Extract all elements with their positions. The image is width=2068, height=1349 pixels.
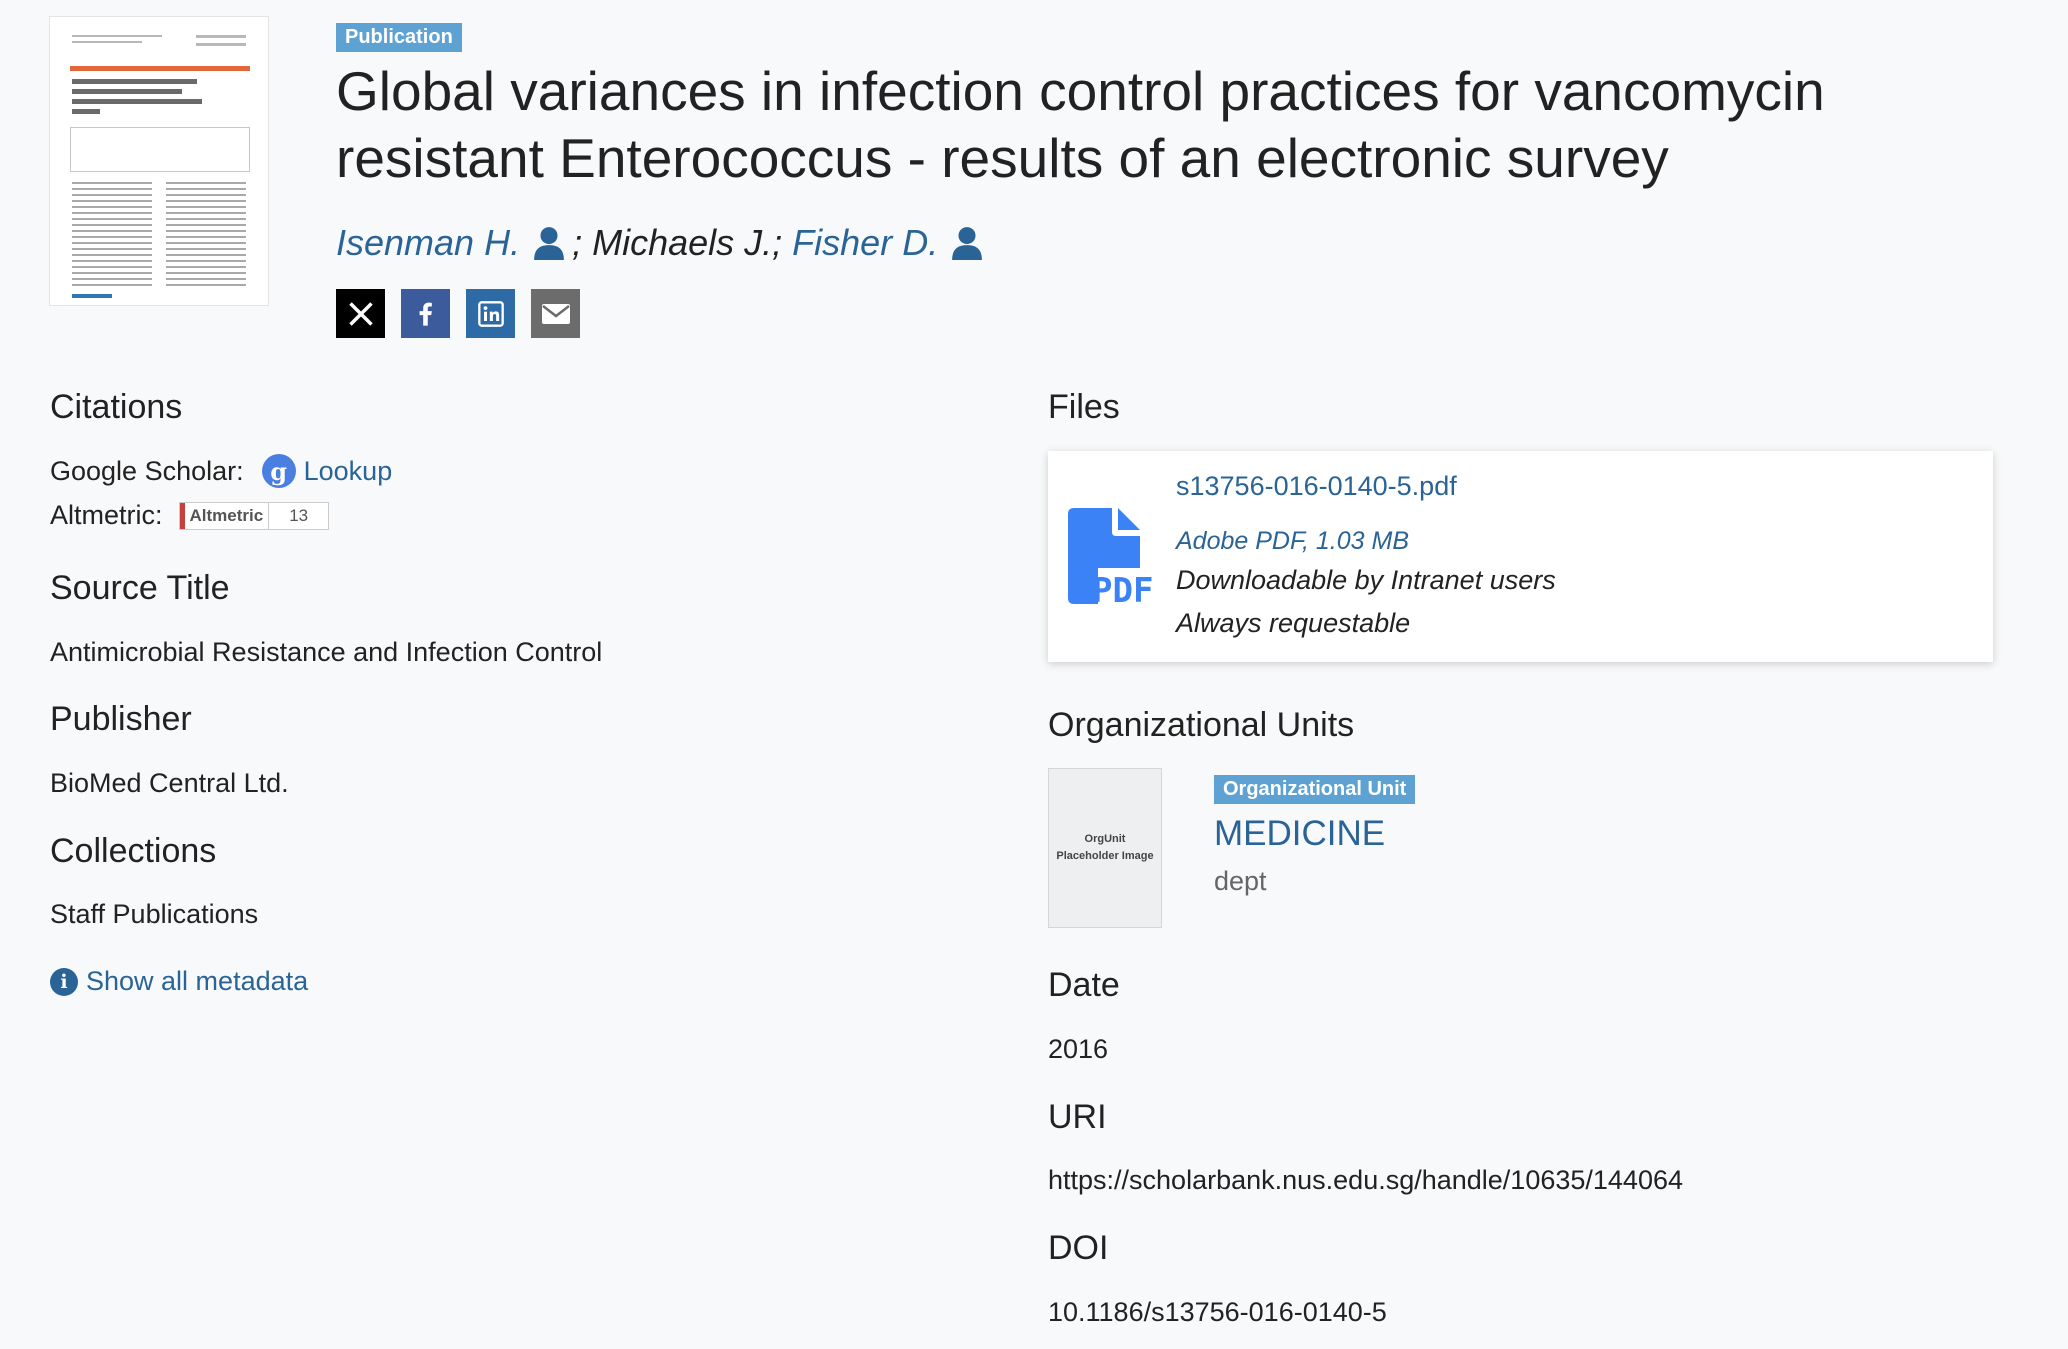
x-icon: [348, 301, 373, 326]
uri-heading: URI: [1048, 1098, 1107, 1136]
share-facebook-button[interactable]: [401, 289, 450, 338]
person-icon[interactable]: [950, 226, 984, 260]
file-card: PDF s13756-016-0140-5.pdf Adobe PDF, 1.0…: [1048, 451, 1993, 662]
date-heading: Date: [1048, 966, 1120, 1004]
item-type-badge: Publication: [336, 23, 462, 52]
citations-heading: Citations: [50, 388, 183, 426]
facebook-icon: [419, 302, 432, 326]
author-link[interactable]: Isenman H.: [336, 222, 520, 264]
share-buttons: [336, 289, 580, 338]
google-scholar-lookup-link[interactable]: Lookup: [304, 456, 393, 487]
google-scholar-row: Google Scholar: g Lookup: [50, 454, 392, 488]
file-request-status: Always requestable: [1176, 608, 1411, 638]
date-value: 2016: [1048, 1034, 1109, 1064]
show-all-metadata-label: Show all metadata: [86, 966, 309, 996]
share-linkedin-button[interactable]: [466, 289, 515, 338]
person-icon[interactable]: [532, 226, 566, 260]
doi-heading: DOI: [1048, 1229, 1109, 1267]
file-access: Downloadable by Intranet users: [1176, 565, 1556, 595]
source-title-heading: Source Title: [50, 569, 230, 607]
linkedin-icon: [477, 300, 504, 327]
source-title-value: Antimicrobial Resistance and Infection C…: [50, 637, 603, 667]
file-format: Adobe PDF, 1.03 MB: [1176, 527, 1410, 555]
org-units-heading: Organizational Units: [1048, 706, 1355, 744]
org-unit-placeholder-image: OrgUnit Placeholder Image: [1048, 768, 1162, 928]
show-all-metadata-link[interactable]: i Show all metadata: [50, 966, 308, 997]
org-unit-type: dept: [1214, 866, 1267, 896]
altmetric-label: Altmetric:: [50, 500, 163, 530]
publisher-heading: Publisher: [50, 700, 192, 738]
altmetric-badge[interactable]: Altmetric 13: [178, 501, 330, 530]
placeholder-line: Placeholder Image: [1056, 850, 1154, 862]
uri-link[interactable]: https://scholarbank.nus.edu.sg/handle/10…: [1048, 1165, 1683, 1196]
page-title: Global variances in infection control pr…: [336, 60, 1825, 189]
email-icon: [541, 303, 570, 324]
pdf-icon-label: PDF: [1092, 571, 1153, 606]
org-unit-badge: Organizational Unit: [1214, 775, 1416, 804]
pdf-file-icon[interactable]: PDF: [1064, 506, 1160, 606]
collections-heading: Collections: [50, 832, 217, 870]
files-heading: Files: [1048, 388, 1120, 426]
author-name: ; Michaels J.;: [572, 222, 793, 263]
google-scholar-label: Google Scholar:: [50, 455, 244, 486]
file-name-link[interactable]: s13756-016-0140-5.pdf: [1176, 471, 1457, 502]
doi-value: 10.1186/s13756-016-0140-5: [1048, 1297, 1387, 1327]
share-x-button[interactable]: [336, 289, 385, 338]
org-unit-name-link[interactable]: MEDICINE: [1214, 814, 1385, 854]
info-icon: i: [50, 967, 78, 996]
publisher-value: BioMed Central Ltd.: [50, 768, 289, 798]
placeholder-line: OrgUnit: [1084, 833, 1126, 845]
collection-link[interactable]: Staff Publications: [50, 899, 258, 930]
google-scholar-icon[interactable]: g: [261, 454, 296, 488]
share-email-button[interactable]: [531, 289, 580, 338]
author-list: Isenman H. ; Michaels J.; Fisher D.: [336, 222, 990, 264]
altmetric-badge-text: Altmetric: [179, 502, 269, 529]
author-link[interactable]: Fisher D.: [792, 222, 938, 264]
altmetric-row: Altmetric: Altmetric 13: [50, 500, 330, 531]
document-thumbnail: [49, 16, 269, 306]
altmetric-score: 13: [268, 502, 329, 529]
